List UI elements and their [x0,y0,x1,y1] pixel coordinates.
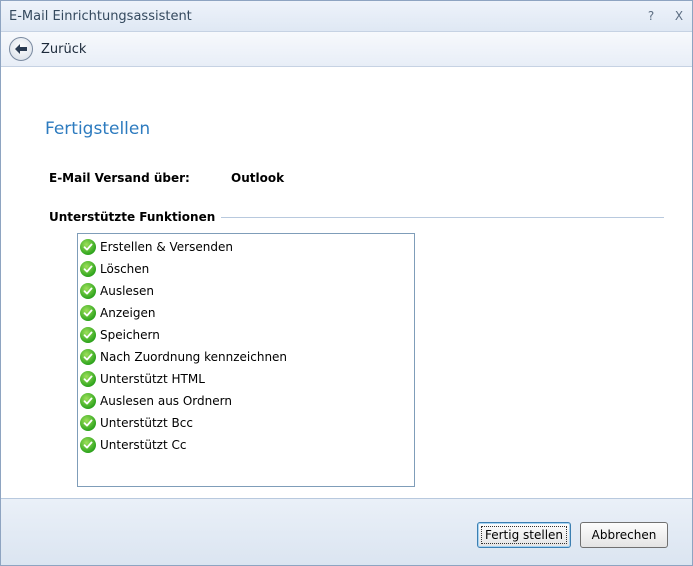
cancel-button[interactable]: Abbrechen [580,522,668,548]
list-item-label: Anzeigen [100,306,156,320]
checkmark-icon [80,349,96,365]
send-via-label: E-Mail Versand über: [49,171,190,185]
finish-button-label: Fertig stellen [480,526,568,544]
list-item-label: Speichern [100,328,160,342]
checkmark-icon [80,239,96,255]
close-icon[interactable]: X [674,9,684,23]
list-item-label: Nach Zuordnung kennzeichnen [100,350,288,364]
features-group-label: Unterstützte Funktionen [49,210,222,224]
list-item: Unterstützt Cc [80,434,412,456]
navigation-bar: Zurück [1,32,692,67]
list-item: Nach Zuordnung kennzeichnen [80,346,412,368]
send-via-value: Outlook [231,171,285,185]
list-item: Anzeigen [80,302,412,324]
checkmark-icon [80,415,96,431]
back-button[interactable]: Zurück [41,42,86,57]
list-item-label: Unterstützt Bcc [100,416,193,430]
checkmark-icon [80,327,96,343]
list-item: Unterstützt HTML [80,368,412,390]
list-item: Auslesen [80,280,412,302]
window-title: E-Mail Einrichtungsassistent [9,8,192,24]
list-item: Auslesen aus Ordnern [80,390,412,412]
title-bar: E-Mail Einrichtungsassistent ? X [1,1,692,32]
list-item-label: Unterstützt Cc [100,438,187,452]
list-item-label: Erstellen & Versenden [100,240,233,254]
wizard-window: E-Mail Einrichtungsassistent ? X Zurück … [0,0,693,566]
list-item: Erstellen & Versenden [80,236,412,258]
list-item-label: Auslesen [100,284,155,298]
checkmark-icon [80,305,96,321]
back-arrow-icon[interactable] [9,37,33,61]
list-item-label: Auslesen aus Ordnern [100,394,232,408]
list-item: Löschen [80,258,412,280]
button-bar: Fertig stellen Abbrechen [1,498,692,565]
checkmark-icon [80,371,96,387]
content-area: Fertigstellen E-Mail Versand über: Outlo… [1,67,692,499]
checkmark-icon [80,283,96,299]
send-via-row: E-Mail Versand über: Outlook [49,171,284,185]
help-icon[interactable]: ? [646,9,656,23]
checkmark-icon [80,393,96,409]
checkmark-icon [80,261,96,277]
features-list[interactable]: Erstellen & Versenden Löschen Auslesen Anze… [77,233,415,487]
list-item-label: Unterstützt HTML [100,372,205,386]
list-item-label: Löschen [100,262,150,276]
list-item: Speichern [80,324,412,346]
finish-button[interactable]: Fertig stellen [477,522,571,548]
page-title: Fertigstellen [45,119,151,139]
checkmark-icon [80,437,96,453]
list-item: Unterstützt Bcc [80,412,412,434]
